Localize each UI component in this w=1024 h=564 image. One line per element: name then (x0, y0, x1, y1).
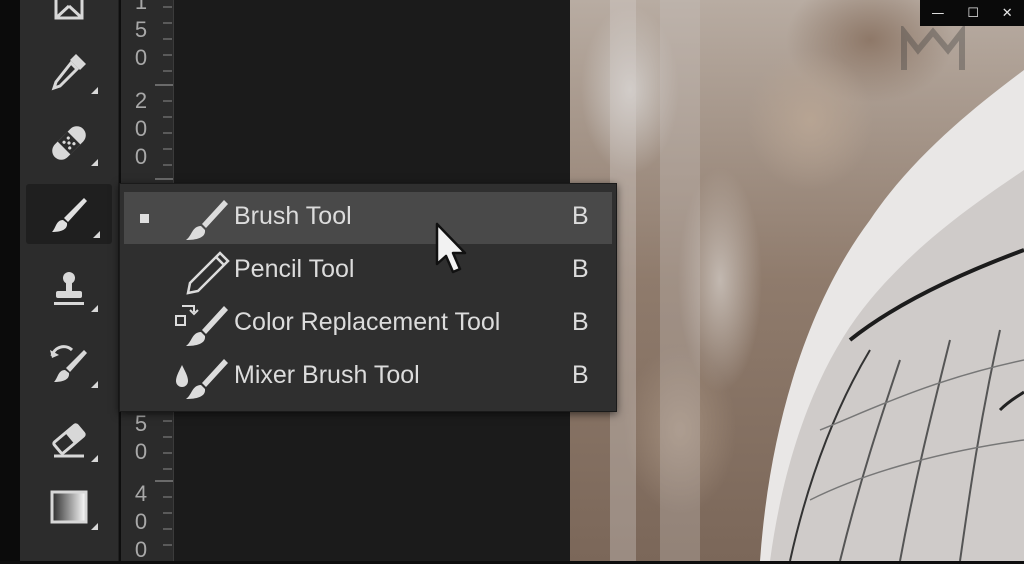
close-button[interactable]: ✕ (1002, 6, 1013, 21)
menu-item-label: Mixer Brush Tool (234, 361, 420, 389)
ruler-label: 50 (134, 411, 148, 464)
history-brush-tool[interactable] (28, 334, 110, 394)
bandage-icon (52, 126, 86, 160)
ruler-label: 150 (134, 0, 148, 70)
brush-tool[interactable] (26, 184, 112, 244)
shortcut-key: B (572, 308, 589, 336)
menu-item-mixer-brush-tool[interactable]: Mixer Brush Tool B (124, 351, 612, 403)
menu-item-label: Pencil Tool (234, 255, 355, 283)
eraser-tool[interactable] (28, 408, 110, 468)
submenu-indicator (91, 159, 98, 166)
shortcut-key: B (572, 255, 589, 283)
shortcut-key: B (572, 202, 589, 230)
color-replacement-icon (175, 305, 228, 346)
submenu-indicator (91, 381, 98, 388)
eraser-icon (52, 423, 86, 458)
pencil-icon (186, 251, 230, 295)
submenu-indicator (93, 231, 100, 238)
menu-item-color-replacement-tool[interactable]: Color Replacement Tool B (124, 298, 612, 350)
menu-item-label: Brush Tool (234, 202, 352, 230)
clone-stamp-tool[interactable] (28, 258, 110, 318)
selected-indicator (140, 214, 149, 223)
artboard-icon (54, 0, 84, 20)
submenu-indicator (91, 523, 98, 530)
ruler-label: 400 (134, 481, 148, 562)
mouse-pointer-icon (435, 222, 467, 274)
canvas-image[interactable]: — ☐ ✕ (570, 0, 1024, 561)
shortcut-key: B (572, 361, 589, 389)
minimize-button[interactable]: — (931, 6, 944, 21)
window-frame-left (0, 0, 20, 561)
submenu-indicator (91, 305, 98, 312)
umbrella-photo (610, 0, 1024, 561)
maximize-button[interactable]: ☐ (967, 6, 979, 21)
stamp-icon (54, 272, 84, 305)
brush-icon (52, 198, 87, 232)
eyedropper-icon (51, 54, 86, 91)
history-brush-icon (50, 345, 87, 382)
brush-icon (186, 200, 228, 240)
brush-tool-flyout-menu: Brush Tool B Pencil Tool B Color Replace… (119, 183, 617, 412)
artboard-tool[interactable] (28, 0, 110, 38)
menu-item-label: Color Replacement Tool (234, 308, 501, 336)
submenu-indicator (91, 455, 98, 462)
menu-item-pencil-tool[interactable]: Pencil Tool B (124, 245, 612, 297)
eyedropper-tool[interactable] (28, 40, 110, 100)
submenu-indicator (91, 87, 98, 94)
tools-panel (20, 0, 119, 561)
gradient-tool[interactable] (28, 476, 110, 536)
mixer-brush-icon (176, 359, 228, 399)
ruler-label: 200 (134, 88, 148, 169)
spot-healing-brush-tool[interactable] (28, 112, 110, 172)
menu-item-brush-tool[interactable]: Brush Tool B (124, 192, 612, 244)
gradient-icon (50, 490, 88, 524)
window-controls: — ☐ ✕ (920, 0, 1024, 26)
watermark-logo (901, 26, 965, 70)
